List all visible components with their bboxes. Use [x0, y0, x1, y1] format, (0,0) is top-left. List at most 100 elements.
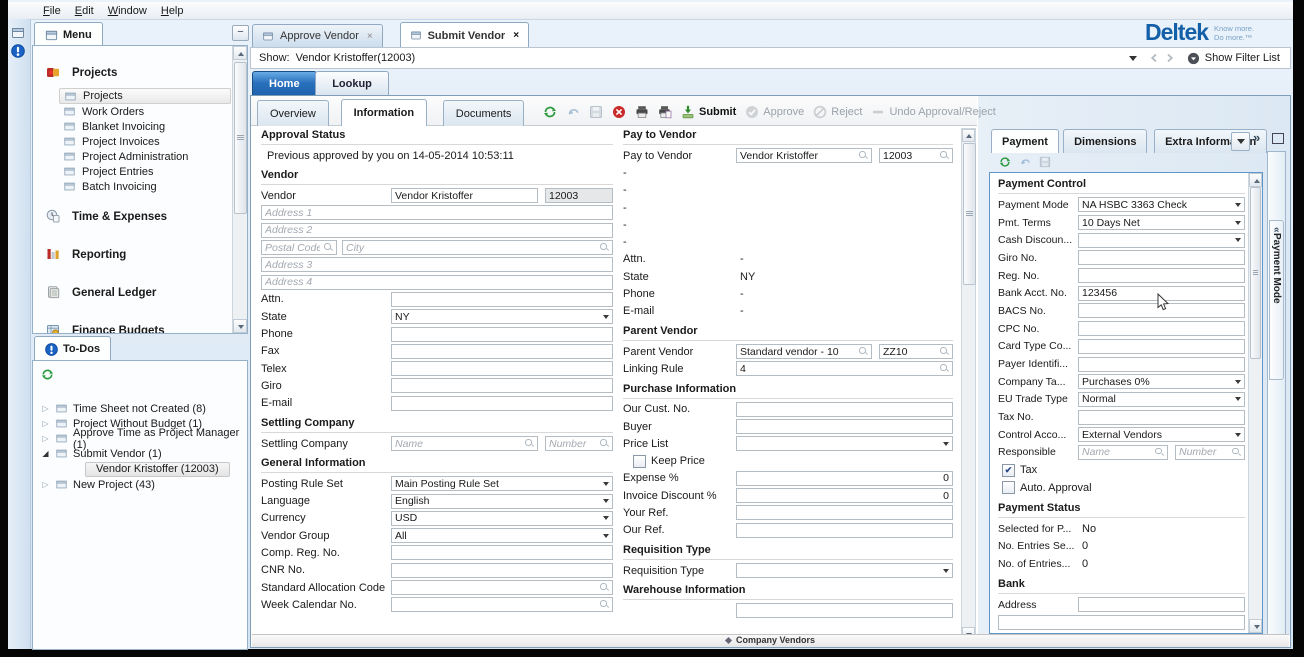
todo-item-approve-time-as-project-manager-1[interactable]: ▷Approve Time as Project Manager (1): [33, 431, 247, 446]
scroll-down-arrow[interactable]: [1249, 619, 1262, 633]
sidebar-item-project-entries[interactable]: Project Entries: [33, 164, 247, 179]
dropdown-arrow-icon[interactable]: [603, 516, 609, 520]
menu-group-finance-budgets[interactable]: Finance Budgets: [33, 316, 247, 334]
window-icon[interactable]: [11, 26, 25, 40]
dropdown-arrow-icon[interactable]: [603, 499, 609, 503]
tree-collapsed-icon[interactable]: ▷: [41, 404, 50, 413]
input-pmt-terms[interactable]: 10 Days Net: [1078, 215, 1245, 230]
forward-icon[interactable]: [1163, 51, 1179, 65]
input-state[interactable]: NY: [391, 309, 613, 324]
dropdown-arrow-icon[interactable]: [943, 442, 949, 446]
menubar-item-window[interactable]: Window: [101, 4, 154, 18]
sidebar-item-batch-invoicing[interactable]: Batch Invoicing: [33, 179, 247, 194]
checkbox-auto-approval[interactable]: [1002, 481, 1015, 494]
sidebar-item-projects[interactable]: Projects: [59, 88, 231, 104]
print-button[interactable]: [635, 105, 649, 119]
menu-group-reporting[interactable]: Reporting: [33, 240, 247, 270]
company-vendors-bar[interactable]: Company Vendors: [252, 634, 1289, 647]
input-phone[interactable]: [391, 327, 613, 342]
input-parent-vendor-code[interactable]: ZZ10: [879, 344, 953, 359]
undo-button[interactable]: [566, 105, 580, 119]
lookup-icon[interactable]: [600, 439, 609, 448]
menu-group-projects[interactable]: Projects: [33, 58, 247, 88]
subtab-overview[interactable]: Overview: [257, 100, 329, 126]
todos-alert-icon[interactable]: [11, 44, 25, 58]
input-vendor-group[interactable]: All: [391, 528, 613, 543]
input-comp-reg-no[interactable]: [391, 545, 613, 560]
print-preview-button[interactable]: [658, 105, 672, 119]
input-buyer[interactable]: [736, 419, 953, 434]
input-address-4[interactable]: Address 4: [261, 275, 613, 290]
input-settling-company-code[interactable]: Number: [545, 436, 613, 451]
lookup-icon[interactable]: [525, 439, 534, 448]
input-blank[interactable]: [998, 615, 1245, 630]
menubar-item-edit[interactable]: Edit: [68, 4, 101, 18]
lookup-icon[interactable]: [859, 347, 868, 356]
dropdown-arrow-icon[interactable]: [1235, 433, 1241, 437]
panel-tab-extra-information[interactable]: Extra Information: [1154, 129, 1267, 153]
show-filter-value[interactable]: Vendor Kristoffer(12003): [296, 52, 1119, 64]
input-giro[interactable]: [391, 378, 613, 393]
input-fax[interactable]: [391, 344, 613, 359]
input-parent-vendor[interactable]: Standard vendor - 10: [736, 344, 872, 359]
dropdown-arrow-icon[interactable]: [603, 534, 609, 538]
lookup-icon[interactable]: [940, 151, 949, 160]
scrollbar-thumb[interactable]: [234, 62, 247, 214]
input-reg-no[interactable]: [1078, 268, 1245, 283]
refresh-icon[interactable]: [999, 156, 1011, 168]
menu-panel-tab[interactable]: Menu: [34, 22, 103, 47]
checkbox-tax[interactable]: [1002, 464, 1015, 477]
lookup-icon[interactable]: [940, 364, 949, 373]
sidebar-item-project-invoices[interactable]: Project Invoices: [33, 134, 247, 149]
input-address-2[interactable]: Address 2: [261, 223, 613, 238]
panel-tab-dimensions[interactable]: Dimensions: [1063, 129, 1147, 153]
input-address[interactable]: [1078, 597, 1245, 612]
tree-expanded-icon[interactable]: ◢: [41, 449, 50, 458]
menu-group-general-ledger[interactable]: General Ledger: [33, 278, 247, 308]
input-address-3[interactable]: Address 3: [261, 257, 613, 272]
tab-lookup[interactable]: Lookup: [315, 71, 389, 96]
input-postal-code[interactable]: Postal Code: [261, 240, 337, 255]
lookup-icon[interactable]: [600, 243, 609, 252]
menu-panel-scrollbar[interactable]: [232, 46, 247, 333]
save-icon[interactable]: [1039, 156, 1051, 168]
back-icon[interactable]: [1147, 51, 1163, 65]
close-icon[interactable]: [513, 30, 519, 41]
scroll-up-arrow[interactable]: [1249, 173, 1262, 187]
submit-button[interactable]: Submit: [681, 105, 736, 119]
form-scrollbar[interactable]: [961, 128, 976, 641]
dropdown-arrow-icon[interactable]: [1235, 238, 1241, 242]
scrollbar-thumb[interactable]: [1250, 187, 1261, 359]
document-tab-approve-vendor[interactable]: Approve Vendor: [252, 24, 383, 47]
input-our-ref[interactable]: [736, 523, 953, 538]
show-filter-list-button[interactable]: Show Filter List: [1179, 52, 1290, 65]
input-cpc-no[interactable]: [1078, 321, 1245, 336]
input-invoice-discount[interactable]: 0: [736, 488, 953, 503]
input-posting-rule-set[interactable]: Main Posting Rule Set: [391, 476, 613, 491]
scroll-up-arrow[interactable]: [962, 129, 975, 142]
expand-panel-icon[interactable]: [1253, 130, 1260, 145]
refresh-icon[interactable]: [41, 368, 54, 381]
more-tabs-dropdown[interactable]: [1231, 132, 1250, 151]
maximize-panel-icon[interactable]: [1272, 133, 1284, 144]
subtab-information[interactable]: Information: [341, 99, 428, 126]
refresh-button[interactable]: [543, 105, 557, 119]
lookup-icon[interactable]: [940, 347, 949, 356]
save-button[interactable]: [589, 105, 603, 119]
input-your-ref[interactable]: [736, 505, 953, 520]
dropdown-arrow-icon[interactable]: [1235, 397, 1241, 401]
dropdown-arrow-icon[interactable]: [1235, 380, 1241, 384]
input-address-1[interactable]: Address 1: [261, 205, 613, 220]
tab-home[interactable]: Home: [252, 71, 317, 96]
cancel-button[interactable]: [612, 105, 626, 119]
input-payer-identifi[interactable]: [1078, 357, 1245, 372]
input-control-acco[interactable]: External Vendors: [1078, 427, 1245, 442]
dropdown-arrow-icon[interactable]: [943, 569, 949, 573]
input-pay-to-vendor-code[interactable]: 12003: [879, 148, 953, 163]
lookup-icon[interactable]: [859, 151, 868, 160]
reject-button[interactable]: Reject: [813, 105, 862, 119]
tree-collapsed-icon[interactable]: ▷: [41, 480, 50, 489]
input-week-calendar-no[interactable]: [391, 597, 613, 612]
input-telex[interactable]: [391, 361, 613, 376]
input-linking-rule[interactable]: 4: [736, 361, 953, 376]
